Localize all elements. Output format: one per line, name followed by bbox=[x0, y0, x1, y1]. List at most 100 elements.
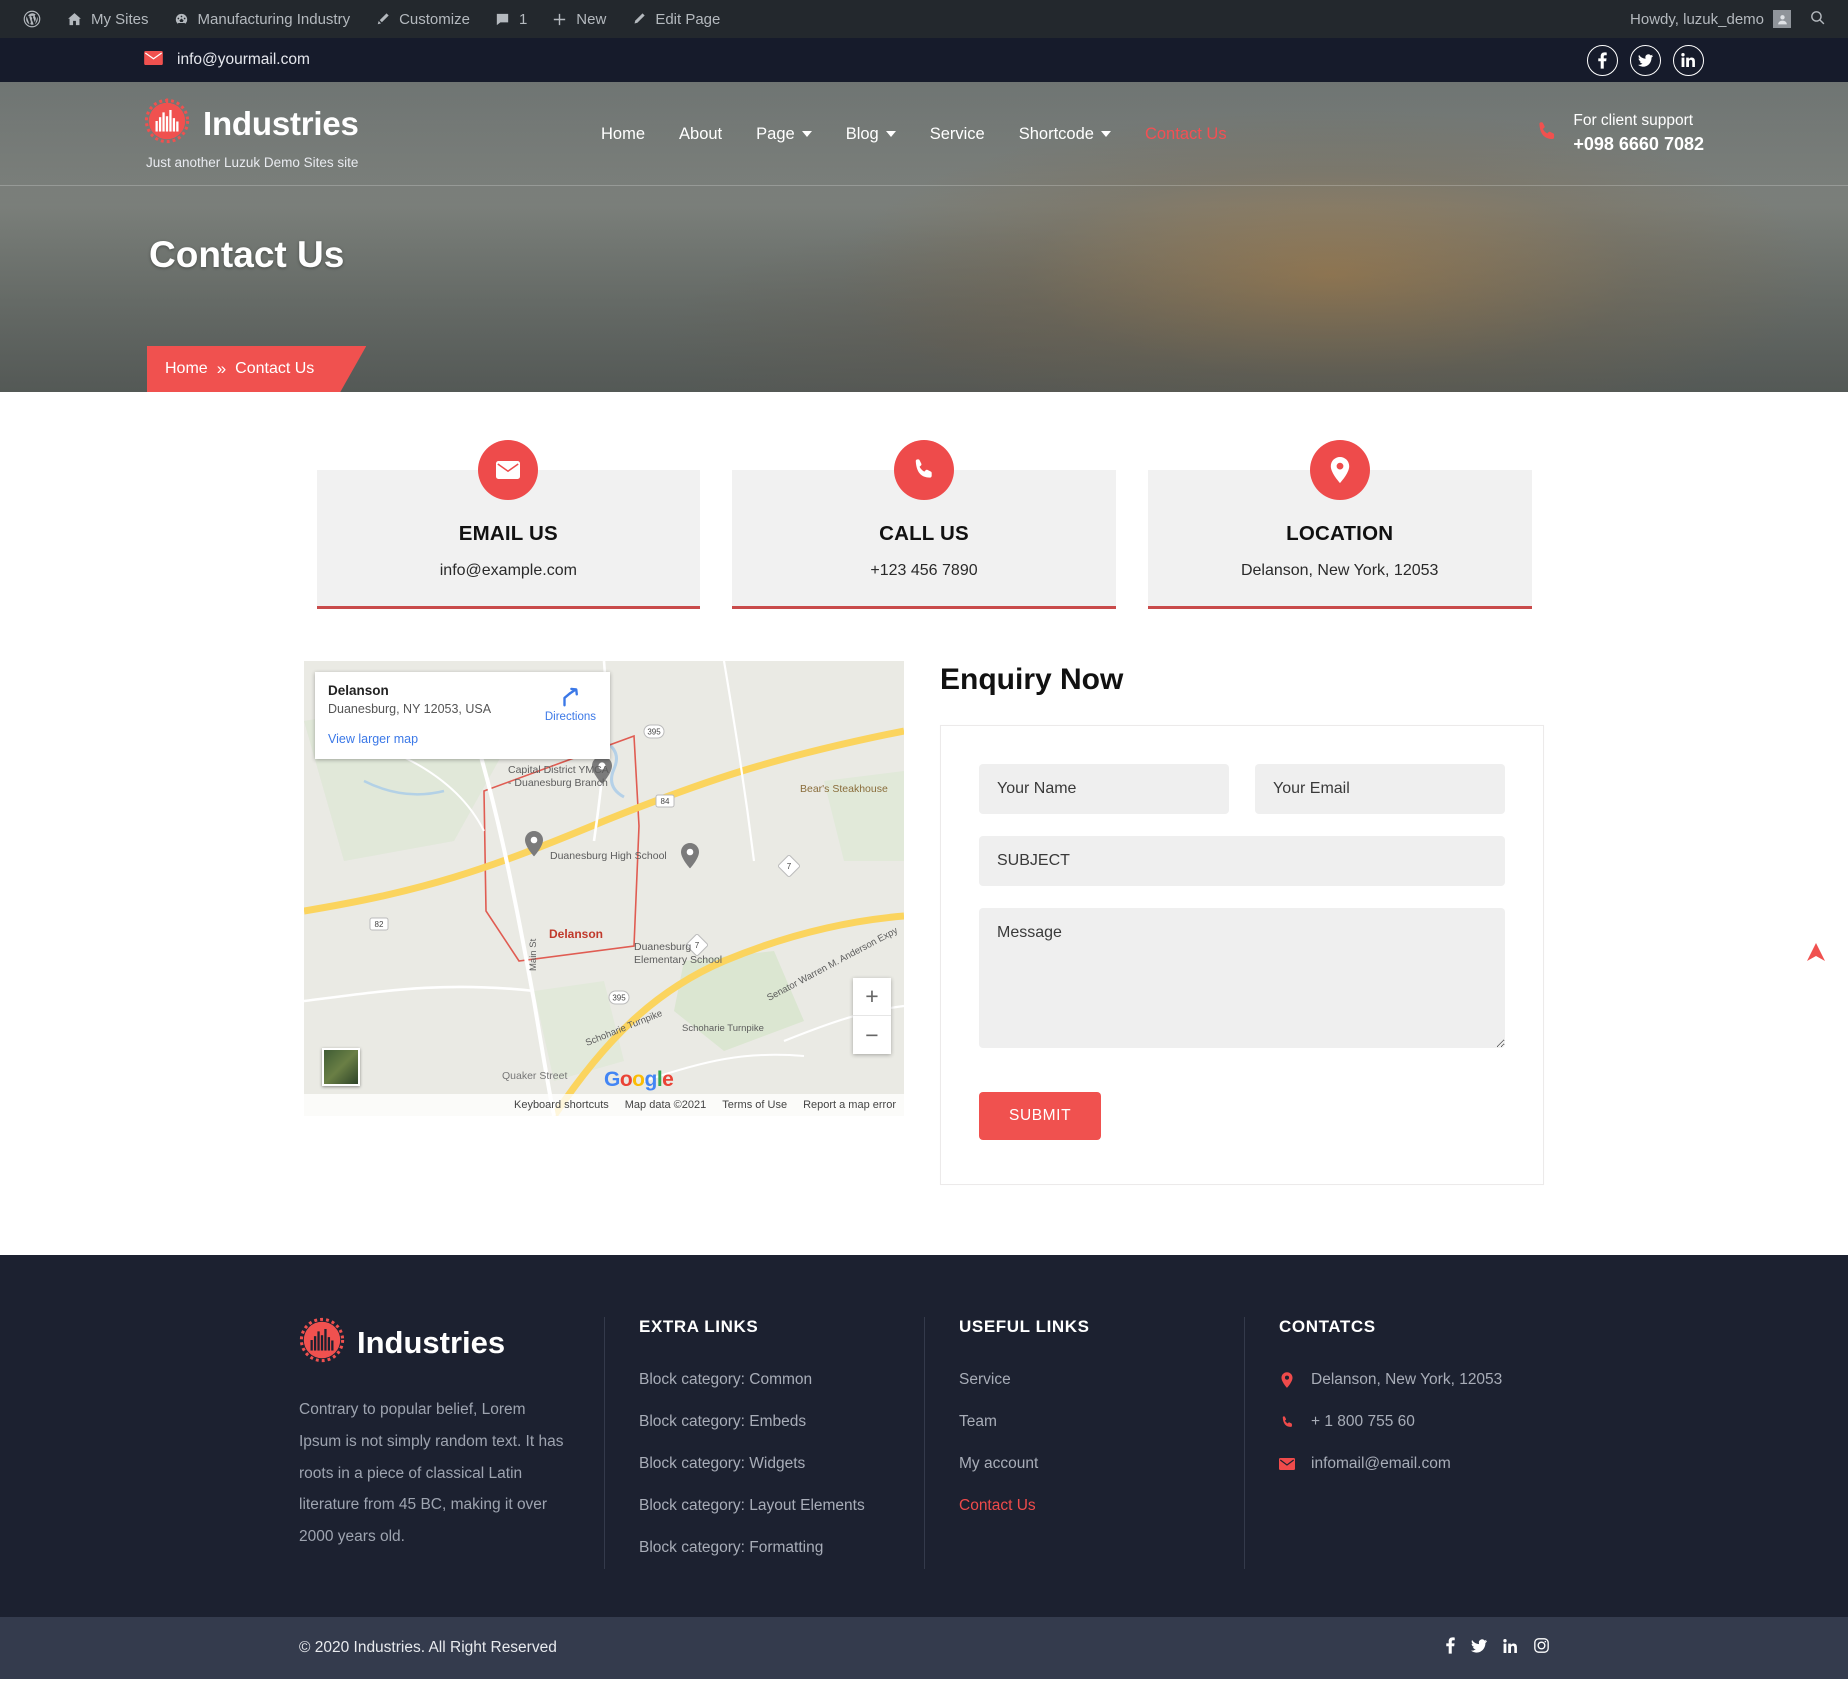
instagram-icon[interactable] bbox=[1534, 1638, 1549, 1658]
enquiry-title: Enquiry Now bbox=[940, 663, 1124, 696]
google-map[interactable]: 395 84 7 7 82 395 Capital District YMCA … bbox=[304, 661, 904, 1116]
footer-contact-email[interactable]: infomail@email.com bbox=[1279, 1443, 1515, 1485]
chevron-down-icon bbox=[801, 131, 812, 137]
edit-page-menu-item[interactable]: Edit Page bbox=[618, 0, 732, 38]
twitter-icon[interactable] bbox=[1630, 44, 1661, 76]
footer-useful-links-heading: USEFUL LINKS bbox=[959, 1317, 1090, 1336]
directions-arrow-icon bbox=[559, 687, 581, 711]
footer-link-team[interactable]: Team bbox=[959, 1401, 1210, 1443]
nav-item-home[interactable]: Home bbox=[584, 125, 662, 144]
site-name-menu-item[interactable]: Manufacturing Industry bbox=[161, 0, 363, 38]
nav-label: Service bbox=[929, 124, 985, 143]
name-input[interactable] bbox=[979, 764, 1229, 814]
client-support[interactable]: For client support +098 6660 7082 bbox=[1535, 111, 1704, 156]
envelope-icon bbox=[1279, 1458, 1295, 1470]
card-value[interactable]: info@example.com bbox=[337, 562, 681, 580]
footer-link-embeds[interactable]: Block category: Embeds bbox=[639, 1401, 890, 1443]
footer-link-contact-us[interactable]: Contact Us bbox=[959, 1485, 1210, 1527]
chevron-down-icon bbox=[1100, 131, 1111, 137]
report-map-error-link[interactable]: Report a map error bbox=[795, 1099, 904, 1111]
howdy-menu-item[interactable]: Howdy, luzuk_demo bbox=[1620, 10, 1801, 28]
map-and-form-section: 395 84 7 7 82 395 Capital District YMCA … bbox=[304, 609, 1544, 1255]
new-content-menu-item[interactable]: New bbox=[539, 0, 618, 38]
footer-link-service[interactable]: Service bbox=[959, 1359, 1210, 1401]
map-satellite-thumbnail[interactable] bbox=[322, 1048, 360, 1086]
map-zoom-controls: + − bbox=[853, 978, 891, 1054]
facebook-icon[interactable] bbox=[1446, 1637, 1455, 1659]
terms-of-use-link[interactable]: Terms of Use bbox=[714, 1099, 795, 1111]
plus-icon bbox=[551, 11, 568, 28]
subject-input[interactable] bbox=[979, 836, 1505, 886]
nav-label: Blog bbox=[845, 124, 879, 143]
footer-link-my-account[interactable]: My account bbox=[959, 1443, 1210, 1485]
edit-page-label: Edit Page bbox=[655, 10, 721, 28]
footer-useful-links-column: USEFUL LINKS Service Team My account Con… bbox=[924, 1317, 1244, 1569]
site-topbar: info@yourmail.com bbox=[0, 38, 1848, 82]
message-input[interactable] bbox=[979, 908, 1505, 1048]
comments-menu-item[interactable]: 1 bbox=[482, 0, 539, 38]
nav-label: Page bbox=[756, 124, 795, 143]
svg-text:Duanesburg High School: Duanesburg High School bbox=[550, 850, 667, 862]
zoom-out-button[interactable]: − bbox=[853, 1016, 891, 1054]
footer-brand-name: Industries bbox=[357, 1324, 506, 1360]
card-value[interactable]: +123 456 7890 bbox=[752, 562, 1096, 580]
main-navigation: Home About Page Blog Service Shortcode C… bbox=[584, 125, 1244, 144]
keyboard-shortcuts-link[interactable]: Keyboard shortcuts bbox=[506, 1099, 617, 1111]
scroll-to-top-button[interactable] bbox=[1804, 940, 1828, 970]
svg-text:Schoharie Turnpike: Schoharie Turnpike bbox=[682, 1023, 764, 1034]
svg-text:Delanson: Delanson bbox=[549, 927, 603, 941]
footer-contact-phone[interactable]: + 1 800 755 60 bbox=[1279, 1401, 1515, 1443]
linkedin-icon[interactable] bbox=[1503, 1638, 1518, 1658]
customize-menu-item[interactable]: Customize bbox=[362, 0, 482, 38]
svg-text:Quaker Street: Quaker Street bbox=[502, 1070, 567, 1082]
envelope-icon bbox=[478, 440, 539, 500]
customize-icon bbox=[374, 11, 391, 28]
my-sites-menu-item[interactable]: My Sites bbox=[54, 0, 161, 38]
howdy-label: Howdy, luzuk_demo bbox=[1630, 10, 1764, 28]
email-input[interactable] bbox=[1255, 764, 1505, 814]
footer-about-text: Contrary to popular belief, Lorem Ipsum … bbox=[299, 1401, 564, 1546]
svg-text:Main St: Main St bbox=[528, 938, 539, 971]
nav-item-page[interactable]: Page bbox=[739, 125, 829, 144]
directions-button[interactable]: Directions bbox=[545, 686, 596, 723]
footer-branding[interactable]: Industries bbox=[299, 1317, 570, 1368]
topbar-email[interactable]: info@yourmail.com bbox=[144, 50, 310, 70]
facebook-icon[interactable] bbox=[1587, 44, 1618, 76]
footer-contacts-column: CONTATCS Delanson, New York, 12053 + 1 8… bbox=[1244, 1317, 1549, 1569]
submit-button[interactable]: SUBMIT bbox=[979, 1092, 1102, 1140]
admin-search-button[interactable] bbox=[1801, 9, 1840, 30]
new-label: New bbox=[576, 10, 607, 28]
wp-admin-bar: My Sites Manufacturing Industry Customiz… bbox=[0, 0, 1848, 38]
nav-item-about[interactable]: About bbox=[662, 125, 739, 144]
twitter-icon[interactable] bbox=[1471, 1638, 1487, 1658]
footer-social-list bbox=[1446, 1637, 1549, 1659]
nav-item-service[interactable]: Service bbox=[913, 125, 1002, 144]
footer-about-column: Industries Contrary to popular belief, L… bbox=[299, 1317, 604, 1569]
chevron-down-icon bbox=[885, 131, 896, 137]
edit-icon bbox=[630, 11, 647, 28]
linkedin-icon[interactable] bbox=[1673, 44, 1704, 76]
footer-link-widgets[interactable]: Block category: Widgets bbox=[639, 1443, 890, 1485]
site-branding[interactable]: Industries Just another Luzuk Demo Sites… bbox=[144, 98, 574, 170]
brand-tagline: Just another Luzuk Demo Sites site bbox=[146, 155, 359, 170]
footer-extra-links-column: EXTRA LINKS Block category: Common Block… bbox=[604, 1317, 924, 1569]
nav-item-contact-us[interactable]: Contact Us bbox=[1128, 125, 1244, 144]
my-sites-icon bbox=[66, 11, 83, 28]
map-footer: Keyboard shortcuts Map data ©2021 Terms … bbox=[304, 1094, 904, 1116]
nav-item-shortcode[interactable]: Shortcode bbox=[1002, 125, 1128, 144]
breadcrumb-home-link[interactable]: Home bbox=[165, 360, 208, 378]
footer-link-formatting[interactable]: Block category: Formatting bbox=[639, 1527, 890, 1569]
footer-link-layout-elements[interactable]: Block category: Layout Elements bbox=[639, 1485, 890, 1527]
wordpress-menu-item[interactable] bbox=[10, 0, 54, 38]
nav-label: Shortcode bbox=[1018, 124, 1094, 143]
gear-factory-logo-icon bbox=[144, 98, 190, 149]
svg-text:Capital District YMCA: Capital District YMCA bbox=[508, 764, 609, 776]
nav-item-blog[interactable]: Blog bbox=[829, 125, 913, 144]
wordpress-icon bbox=[22, 9, 42, 29]
admin-bar-right: Howdy, luzuk_demo bbox=[1620, 9, 1848, 30]
copyright-text: © 2020 Industries. All Right Reserved bbox=[299, 1639, 557, 1656]
svg-text:Duanesburg: Duanesburg bbox=[634, 941, 691, 953]
view-larger-map-link[interactable]: View larger map bbox=[328, 732, 597, 746]
zoom-in-button[interactable]: + bbox=[853, 978, 891, 1016]
footer-link-common[interactable]: Block category: Common bbox=[639, 1359, 890, 1401]
